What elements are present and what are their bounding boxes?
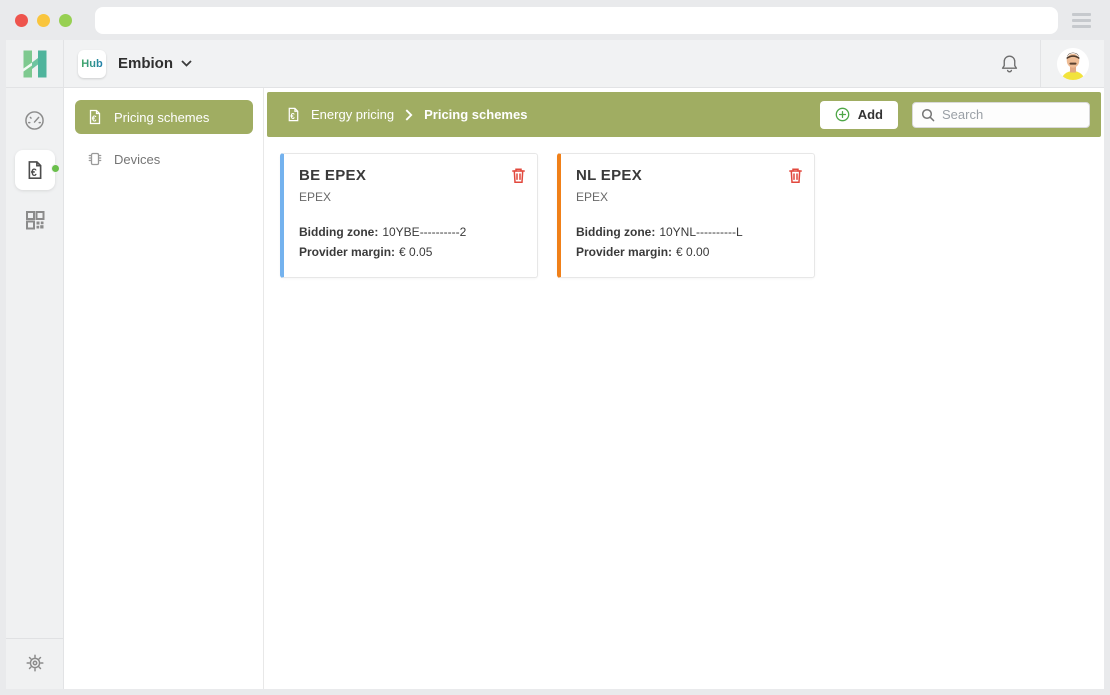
card-title: NL EPEX <box>576 167 802 184</box>
app-window: Hub Embion <box>6 40 1104 689</box>
browser-menu-icon[interactable] <box>1072 13 1100 28</box>
hub-product-badge: Hub <box>78 50 106 78</box>
plus-circle-icon <box>835 107 850 122</box>
close-window-button[interactable] <box>15 14 28 27</box>
bidding-zone-label: Bidding zone: <box>299 225 378 239</box>
provider-margin-field: Provider margin: € 0.00 <box>576 242 802 262</box>
speedometer-icon <box>23 109 46 132</box>
trash-icon <box>788 167 803 184</box>
bidding-zone-value: 10YNL----------L <box>659 225 742 239</box>
card-scheme-type: EPEX <box>299 190 525 204</box>
provider-margin-field: Provider margin: € 0.05 <box>299 242 525 262</box>
provider-margin-value: € 0.05 <box>399 245 432 259</box>
breadcrumb-current: Pricing schemes <box>424 107 527 122</box>
bidding-zone-field: Bidding zone: 10YNL----------L <box>576 222 802 242</box>
workspace-name: Embion <box>118 55 173 72</box>
invoice-euro-icon: € <box>286 107 301 122</box>
rail-item-modules[interactable] <box>15 200 55 240</box>
provider-margin-label: Provider margin: <box>299 245 395 259</box>
rail-item-energy-pricing[interactable]: € <box>15 150 55 190</box>
workspace-selector[interactable]: Embion <box>118 55 192 72</box>
minimize-window-button[interactable] <box>37 14 50 27</box>
pricing-scheme-card-be-epex[interactable]: BE EPEX EPEX <box>280 153 538 278</box>
delete-scheme-button[interactable] <box>788 167 803 184</box>
invoice-euro-icon: € <box>25 160 45 180</box>
pricing-scheme-card-nl-epex[interactable]: NL EPEX EPEX <box>557 153 815 278</box>
sidebar-item-pricing-schemes[interactable]: € Pricing schemes <box>75 100 253 134</box>
svg-text:€: € <box>290 112 295 121</box>
svg-text:€: € <box>30 167 36 179</box>
pricing-scheme-list: BE EPEX EPEX <box>264 137 1104 294</box>
breadcrumb-toolbar: € Energy pricing Pricing schemes Add <box>267 92 1101 137</box>
add-button[interactable]: Add <box>820 101 898 129</box>
modules-grid-icon <box>25 210 45 230</box>
delete-scheme-button[interactable] <box>511 167 526 184</box>
app-header: Hub Embion <box>6 40 1104 88</box>
rail-bottom <box>6 638 63 689</box>
search-box <box>912 102 1090 128</box>
bidding-zone-value: 10YBE----------2 <box>382 225 466 239</box>
sidebar-item-devices[interactable]: Devices <box>75 142 253 176</box>
card-title: BE EPEX <box>299 167 525 184</box>
chevron-down-icon <box>181 60 192 67</box>
status-dot <box>51 164 60 173</box>
user-avatar[interactable] <box>1056 47 1090 81</box>
gear-icon <box>25 653 45 673</box>
search-input[interactable] <box>942 107 1081 122</box>
notifications-button[interactable] <box>999 53 1020 74</box>
section-sidebar: € Pricing schemes Devices <box>64 88 264 689</box>
provider-margin-value: € 0.00 <box>676 245 709 259</box>
breadcrumb-root-link[interactable]: Energy pricing <box>311 107 394 122</box>
svg-text:€: € <box>92 114 97 124</box>
address-bar[interactable] <box>95 7 1058 34</box>
bell-icon <box>999 53 1020 74</box>
card-scheme-type: EPEX <box>576 190 802 204</box>
settings-button[interactable] <box>25 653 45 673</box>
bidding-zone-label: Bidding zone: <box>576 225 655 239</box>
maximize-window-button[interactable] <box>59 14 72 27</box>
window-controls <box>15 14 72 27</box>
provider-margin-label: Provider margin: <box>576 245 672 259</box>
trash-icon <box>511 167 526 184</box>
icon-rail: € <box>6 88 64 689</box>
hub-badge-label: Hub <box>81 58 102 70</box>
main-content: € Energy pricing Pricing schemes Add <box>264 88 1104 689</box>
bidding-zone-field: Bidding zone: 10YBE----------2 <box>299 222 525 242</box>
account-cell <box>1040 40 1104 87</box>
invoice-euro-icon: € <box>87 109 103 125</box>
add-button-label: Add <box>858 107 883 122</box>
sidebar-item-label: Pricing schemes <box>114 110 209 125</box>
rail-item-dashboard[interactable] <box>15 100 55 140</box>
app-logo-cell[interactable] <box>6 40 64 87</box>
search-icon <box>921 108 935 122</box>
chevron-right-icon <box>405 109 413 121</box>
browser-chrome <box>0 0 1110 40</box>
sidebar-item-label: Devices <box>114 152 160 167</box>
device-chip-icon <box>87 151 103 167</box>
h-brand-logo <box>20 49 50 79</box>
